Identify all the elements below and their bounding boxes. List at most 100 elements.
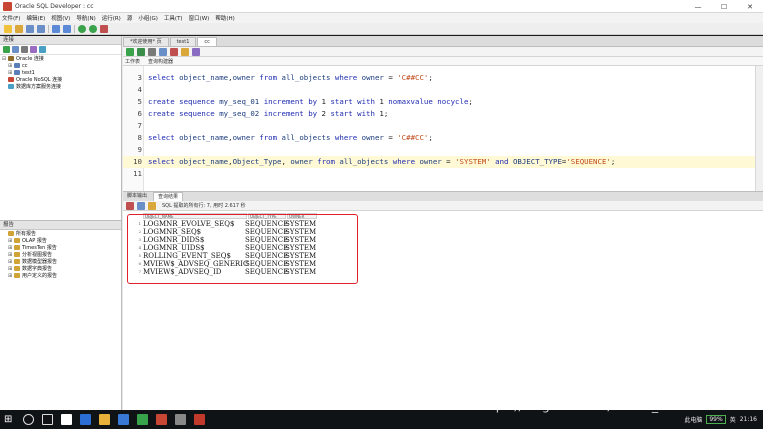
battery-indicator[interactable]: 99% [706, 415, 726, 424]
cell-owner: SYSTEM [285, 260, 317, 268]
code-line[interactable]: 6 create sequence my_seq_02 increment by … [123, 108, 755, 120]
database-connection-icon [14, 70, 20, 75]
file-explorer-icon[interactable] [61, 414, 72, 425]
run-statement-icon[interactable] [126, 47, 134, 56]
ime-indicator[interactable]: 英 [730, 415, 736, 424]
menu-edit[interactable]: 编辑(E) [26, 14, 45, 22]
sqldeveloper-taskbar-icon[interactable] [156, 414, 167, 425]
code-token: object_name [179, 73, 229, 82]
undo-icon[interactable] [52, 24, 60, 33]
connections-toolbar [0, 45, 121, 55]
tab-query-result[interactable]: 查询结果 [153, 192, 184, 201]
column-header-object-name[interactable]: OBJECT_NAME [143, 213, 247, 219]
close-button[interactable]: ✕ [737, 0, 763, 13]
run-script-icon[interactable] [137, 47, 145, 56]
filter-icon[interactable] [21, 46, 28, 53]
code-line[interactable]: 8 select object_name,owner from all_objec… [123, 132, 755, 144]
forward-icon[interactable] [89, 24, 97, 33]
refresh-results-icon[interactable] [148, 201, 156, 210]
code-line[interactable]: 10 select object_name,Object_Type, owner … [123, 156, 755, 168]
code-token: object_name [179, 133, 229, 142]
report-item-label: 数据字典报告 [22, 266, 53, 272]
tree-item-schema-service-connections[interactable]: 数据库方案服务连接 [0, 83, 121, 90]
code-token: increment by [259, 97, 322, 106]
maximize-button[interactable]: ☐ [711, 0, 737, 13]
wechat-icon[interactable] [137, 414, 148, 425]
menu-view[interactable]: 视图(V) [51, 14, 70, 22]
tab-test1[interactable]: test1 [169, 37, 197, 46]
autotrace-icon[interactable] [148, 47, 156, 56]
new-icon[interactable] [4, 24, 12, 33]
folder-icon[interactable] [99, 414, 110, 425]
app-icon[interactable] [175, 414, 186, 425]
tab-welcome-page[interactable]: *欢迎使用* 页 [123, 37, 169, 46]
code-token: my_seq_01 [219, 97, 260, 106]
code-line[interactable]: 9 [123, 144, 755, 156]
edge-icon[interactable] [118, 414, 129, 425]
code-token: where [330, 73, 362, 82]
tab-worksheet[interactable]: 工作表 [125, 58, 140, 65]
code-line[interactable]: 3 select object_name,owner from all_objec… [123, 72, 755, 84]
line-number: 3 [137, 73, 142, 82]
menu-file[interactable]: 文件(F) [2, 14, 20, 22]
sql-monitor-icon[interactable] [100, 24, 108, 33]
report-item-data-modeler[interactable]: ⊞ 数据模型器报告 [0, 258, 121, 266]
tree-item-test1[interactable]: ⊞ test1 [0, 69, 121, 76]
print-icon[interactable] [137, 201, 145, 210]
report-item-user-defined[interactable]: ⊞ 用户定义的报告 [0, 272, 121, 280]
cell-owner: SYSTEM [285, 236, 317, 244]
menu-team[interactable]: 小组(G) [138, 14, 158, 22]
code-line[interactable]: 11 [123, 168, 755, 180]
report-item-olap[interactable]: ⊞ OLAP 报告 [0, 237, 121, 245]
tab-script-output[interactable]: 脚本输出 [123, 192, 151, 201]
back-icon[interactable] [78, 24, 86, 33]
clock[interactable]: 21:16 [740, 416, 757, 423]
minimize-button[interactable]: — [685, 0, 711, 13]
refresh-icon[interactable] [12, 46, 19, 53]
save-icon[interactable] [26, 24, 34, 33]
menu-source[interactable]: 源 [127, 14, 133, 22]
menu-window[interactable]: 窗口(W) [189, 14, 210, 22]
menu-run[interactable]: 运行(R) [102, 14, 121, 22]
connect-icon[interactable] [39, 46, 46, 53]
tree-item-oracle-connections[interactable]: ⊟ Oracle 连接 [0, 55, 121, 63]
pdf-icon[interactable] [194, 414, 205, 425]
column-header-object-type[interactable]: OBJECT_TYPE [248, 213, 286, 219]
report-item-label: 所有报告 [16, 231, 37, 237]
column-header-owner[interactable]: OWNER [287, 213, 317, 219]
open-icon[interactable] [15, 24, 23, 33]
reports-panel: 报告 所有报告 ⊞ OLAP 报告 ⊞ TimesTen 报告 ⊞ 分析视图报告 [0, 220, 121, 410]
line-number: 10 [133, 157, 142, 166]
code-token: ; [428, 133, 433, 142]
code-line[interactable]: 5 create sequence my_seq_01 increment by … [123, 96, 755, 108]
report-item-all[interactable]: 所有报告 [0, 230, 121, 237]
row-number: 3 [138, 237, 141, 242]
menu-tools[interactable]: 工具(T) [164, 14, 183, 22]
line-number: 11 [133, 169, 142, 178]
schema-browser-icon[interactable] [30, 46, 37, 53]
rollback-icon[interactable] [170, 47, 178, 56]
word-icon[interactable] [80, 414, 91, 425]
commit-icon[interactable] [181, 47, 189, 56]
menu-navigate[interactable]: 导航(N) [76, 14, 95, 22]
task-view-icon[interactable] [42, 414, 53, 425]
code-line[interactable]: 4 [123, 84, 755, 96]
tab-cc[interactable]: cc [197, 37, 217, 46]
tree-item-nosql-connections[interactable]: Oracle NoSQL 连接 [0, 76, 121, 83]
tree-item-label: cc [22, 62, 28, 69]
search-icon[interactable] [23, 414, 34, 425]
code-line[interactable]: 7 [123, 120, 755, 132]
sql-tuning-icon[interactable] [192, 47, 200, 56]
tab-query-builder[interactable]: 查询构建器 [148, 58, 173, 65]
menu-help[interactable]: 帮助(H) [215, 14, 234, 22]
report-item-data-dictionary[interactable]: ⊞ 数据字典报告 [0, 265, 121, 273]
report-item-analytic-views[interactable]: ⊞ 分析视图报告 [0, 251, 121, 259]
add-connection-icon[interactable] [3, 46, 10, 53]
save-all-icon[interactable] [37, 24, 45, 33]
windows-start-icon[interactable]: ⊞ [4, 414, 15, 425]
report-item-timesten[interactable]: ⊞ TimesTen 报告 [0, 244, 121, 252]
redo-icon[interactable] [63, 24, 71, 33]
tree-item-cc[interactable]: ⊞ cc [0, 62, 121, 69]
pin-icon[interactable] [126, 201, 134, 210]
explain-plan-icon[interactable] [159, 47, 167, 56]
